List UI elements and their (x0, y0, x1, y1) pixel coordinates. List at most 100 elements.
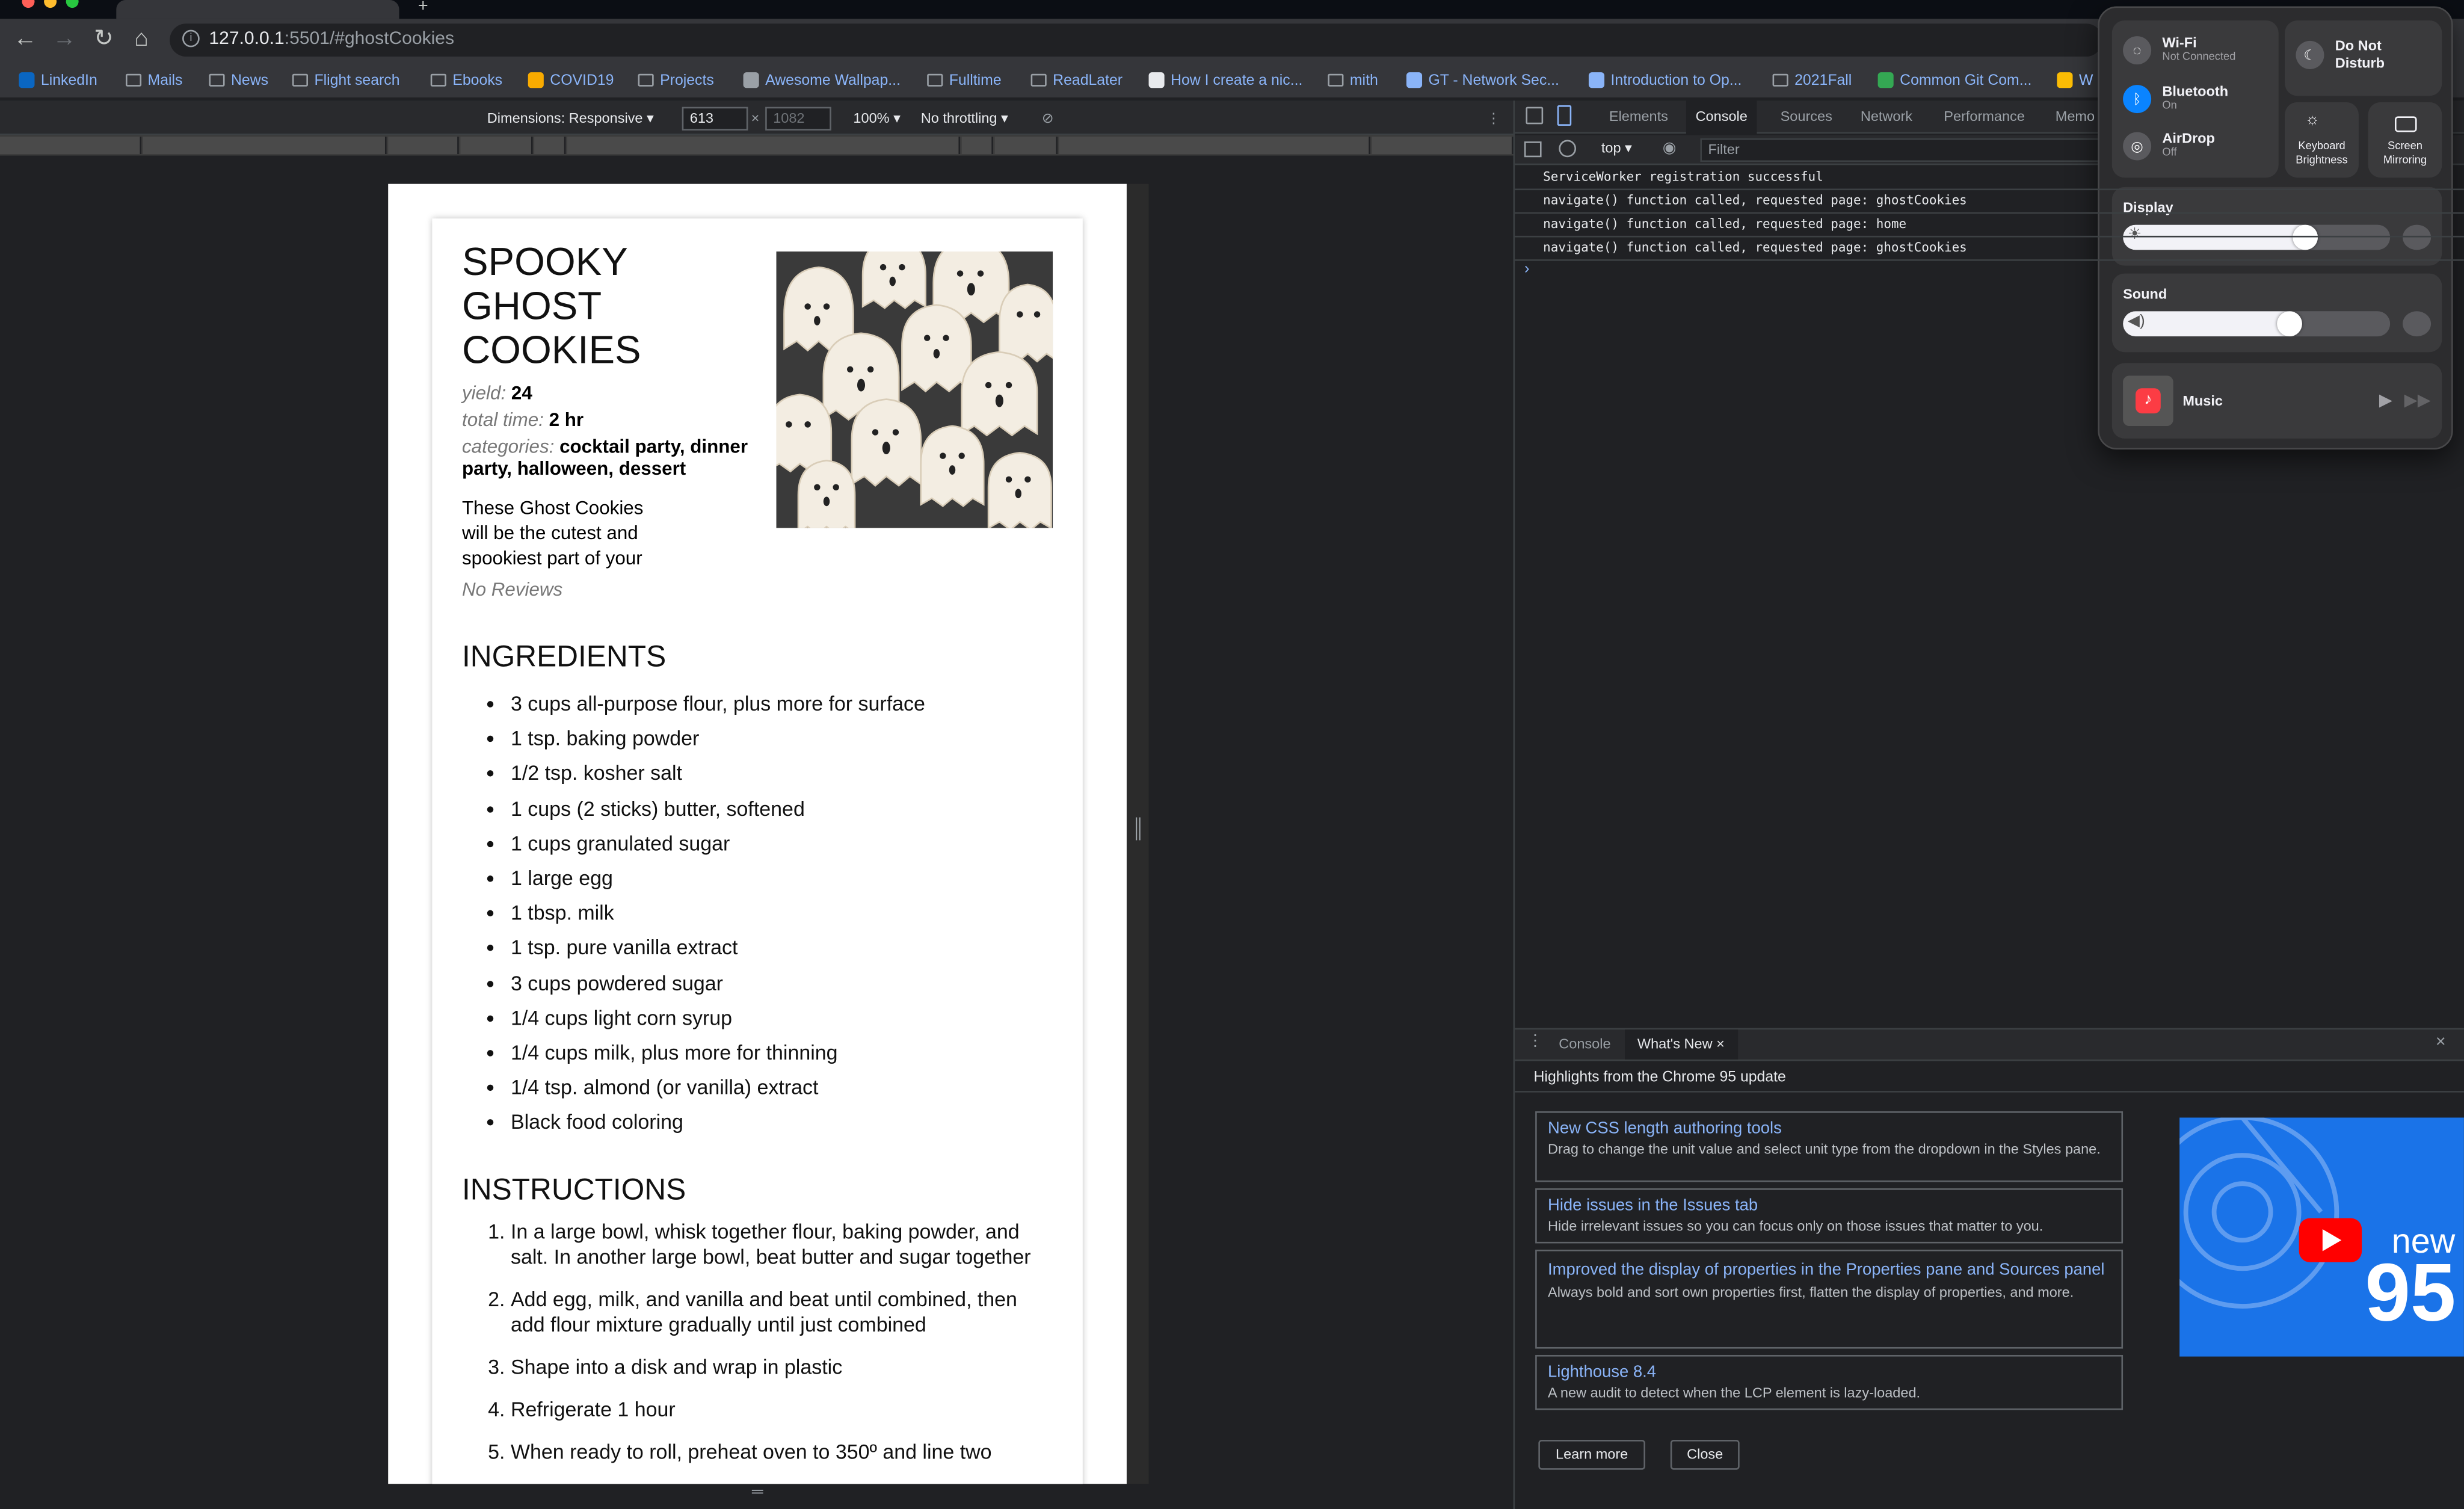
close-drawer-icon[interactable]: × (2436, 1032, 2446, 1051)
drawer-tab-console[interactable]: Console (1546, 1029, 1623, 1060)
resize-handle-right[interactable]: ║ (1132, 818, 1145, 852)
close-window-icon[interactable] (22, 0, 35, 8)
browser-tab-active[interactable] (116, 0, 399, 19)
zoom-dropdown[interactable]: 100% ▾ (853, 110, 901, 128)
address-bar[interactable] (170, 23, 2103, 57)
ingredient-item: 1/4 cups light corn syrup (511, 1001, 1064, 1036)
fast-forward-icon[interactable]: ▶▶ (2404, 390, 2431, 410)
context-selector[interactable]: top ▾ (1601, 140, 1632, 158)
card-title[interactable]: New CSS length authoring tools (1548, 1117, 2110, 1141)
slider-knob[interactable] (2277, 311, 2302, 337)
play-icon[interactable]: ▶ (2379, 390, 2392, 410)
bookmark-item[interactable]: COVID19 (528, 71, 614, 90)
info-icon[interactable]: i (182, 29, 200, 48)
learn-more-button[interactable]: Learn more (1538, 1440, 1645, 1470)
dimensions-dropdown[interactable]: Dimensions: Responsive ▾ (487, 110, 654, 128)
media-query-segment[interactable] (534, 137, 566, 155)
resize-handle-bottom[interactable]: ═ (388, 1484, 1127, 1509)
bookmark-item[interactable]: Ebooks (430, 71, 503, 90)
moon-icon[interactable]: ☾ (2296, 40, 2324, 69)
bluetooth-icon[interactable]: ᛒ (2123, 85, 2152, 114)
bookmark-item[interactable]: 2021Fall (1772, 71, 1852, 90)
dnd-label[interactable]: Do Not Disturb (2335, 38, 2430, 72)
clear-console-icon[interactable] (1559, 140, 1577, 158)
card-title[interactable]: Hide issues in the Issues tab (1548, 1195, 2110, 1218)
recipe-categories: categories: cocktail party, dinner party… (462, 436, 768, 480)
devtools-tab-performance[interactable]: Performance (1935, 100, 2034, 134)
recipe-description: These Ghost Cookies will be the cutest a… (461, 496, 644, 569)
forward-arrow-icon[interactable]: → (49, 23, 80, 55)
eye-icon[interactable]: ◉ (1663, 140, 1677, 158)
home-icon[interactable]: ⌂ (126, 23, 157, 55)
devtools-tab-console[interactable]: Console (1686, 100, 1757, 134)
bookmark-item[interactable]: Awesome Wallpap... (743, 71, 901, 90)
whats-new-card[interactable]: Hide issues in the Issues tab Hide irrel… (1535, 1188, 2124, 1244)
bookmark-item[interactable]: mith (1328, 71, 1378, 90)
device-toggle-icon[interactable] (1557, 105, 1572, 126)
close-button[interactable]: Close (1670, 1440, 1740, 1470)
whats-new-card[interactable]: New CSS length authoring tools Drag to c… (1535, 1111, 2124, 1182)
media-query-segment[interactable] (0, 137, 142, 155)
bookmark-item[interactable]: W (2057, 71, 2093, 90)
drawer-menu-icon[interactable]: ⋮ (1527, 1032, 1543, 1050)
bookmark-label: Introduction to Op... (1610, 71, 1742, 89)
wifi-label[interactable]: Wi-Fi (2162, 34, 2196, 50)
inspect-element-icon[interactable] (1526, 106, 1544, 125)
speaker-icon: ◀) (2127, 312, 2145, 330)
media-query-segment[interactable] (388, 137, 459, 155)
bookmark-item[interactable]: How I create a nic... (1148, 71, 1302, 90)
media-query-segment[interactable] (460, 137, 533, 155)
card-title[interactable]: Lighthouse 8.4 (1548, 1361, 2110, 1384)
more-options-icon[interactable]: ⋮ (1486, 110, 1501, 128)
rotate-icon[interactable]: ⊘ (1042, 110, 1054, 128)
bookmark-item[interactable]: Mails (125, 71, 182, 90)
volume-slider[interactable]: ◀) (2123, 311, 2391, 337)
devtools-tab-sources[interactable]: Sources (1771, 100, 1842, 134)
height-input[interactable]: 1082 (765, 106, 831, 131)
bookmark-item[interactable]: Common Git Com... (1877, 71, 2031, 90)
media-query-segment[interactable] (143, 137, 387, 155)
bluetooth-label[interactable]: Bluetooth (2162, 83, 2228, 99)
bookmark-label: Ebooks (452, 71, 503, 89)
media-query-segment[interactable] (994, 137, 1058, 155)
zoom-window-icon[interactable] (66, 0, 79, 8)
media-query-segment[interactable] (567, 137, 961, 155)
music-app-icon[interactable]: ♪ (2123, 375, 2173, 426)
new-tab-icon[interactable]: + (418, 0, 428, 16)
wifi-status: Not Connected (2162, 52, 2236, 63)
card-description: Always bold and sort own properties firs… (1548, 1284, 2074, 1300)
bookmark-item[interactable]: Fulltime (927, 71, 1002, 90)
devtools-tab-memo[interactable]: Memo (2046, 100, 2104, 134)
bookmark-item[interactable]: News (209, 71, 268, 90)
airplay-icon[interactable] (2403, 311, 2432, 337)
bookmark-label: Projects (660, 71, 714, 89)
sidebar-toggle-icon[interactable] (1524, 141, 1542, 158)
back-arrow-icon[interactable]: ← (10, 23, 41, 55)
bookmark-item[interactable]: LinkedIn (19, 71, 97, 90)
width-input[interactable]: 613 (682, 106, 748, 131)
devtools-tab-network[interactable]: Network (1851, 100, 1922, 134)
bookmark-item[interactable]: Flight search (292, 71, 400, 90)
reload-icon[interactable]: ↻ (88, 23, 119, 55)
card-title[interactable]: Improved the display of properties in th… (1548, 1256, 2110, 1284)
devtools-tab-elements[interactable]: Elements (1600, 100, 1677, 134)
minimize-window-icon[interactable] (44, 0, 57, 8)
bookmark-item[interactable]: ReadLater (1030, 71, 1123, 90)
whats-new-card[interactable]: Lighthouse 8.4 A new audit to detect whe… (1535, 1354, 2124, 1410)
airdrop-label[interactable]: AirDrop (2162, 131, 2215, 146)
whats-new-video-thumbnail[interactable]: new 95 (2179, 1117, 2464, 1357)
console-filter-input[interactable]: Filter (1700, 138, 2109, 162)
media-query-segment[interactable] (1372, 137, 1514, 155)
drawer-tab-whats-new[interactable]: What's New × (1625, 1029, 1737, 1060)
console-prompt[interactable]: › (1524, 261, 1530, 279)
media-query-segment[interactable] (1059, 137, 1370, 155)
bookmark-item[interactable]: Introduction to Op... (1588, 71, 1742, 90)
whats-new-card[interactable]: Improved the display of properties in th… (1535, 1249, 2124, 1349)
throttling-dropdown[interactable]: No throttling ▾ (921, 110, 1008, 128)
wifi-icon[interactable]: ◌ (2123, 36, 2152, 65)
bookmark-item[interactable]: Projects (638, 71, 714, 90)
media-query-segment[interactable] (961, 137, 993, 155)
airdrop-icon[interactable]: ◎ (2123, 132, 2152, 161)
close-tab-icon[interactable]: × (1716, 1036, 1725, 1052)
bookmark-item[interactable]: GT - Network Sec... (1406, 71, 1559, 90)
